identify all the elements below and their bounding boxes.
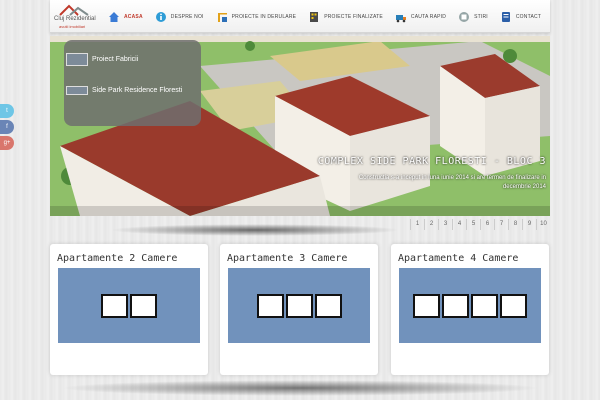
nav-item-contact[interactable]: CONTACT xyxy=(494,0,547,33)
slider-project-menu: Proiect Fabricii Side Park Residence Flo… xyxy=(64,40,201,126)
nav-label: CAUTA RAPID xyxy=(410,13,447,20)
pager-item[interactable]: 1 xyxy=(410,219,424,230)
nav-item-proiecte-in-derulare[interactable]: PROIECTE IN DERULARE xyxy=(210,0,303,33)
logo[interactable]: Cluj Rezidential avutii imobiliari xyxy=(52,1,96,31)
news-icon xyxy=(459,11,470,22)
facebook-icon[interactable]: f xyxy=(0,120,14,134)
project-thumbnail xyxy=(66,53,88,66)
room-box xyxy=(442,293,469,318)
logo-text: Cluj Rezidential xyxy=(54,16,96,22)
info-icon xyxy=(155,11,166,22)
logo-subtext: avutii imobiliari xyxy=(59,24,86,29)
main-nav: ACASA DESPRE NOI PROIECTE IN DERULARE PR… xyxy=(102,0,547,33)
room-box xyxy=(314,293,342,318)
pager-item[interactable]: 5 xyxy=(466,219,480,230)
room-box xyxy=(413,293,440,318)
card-apartamente-2-camere[interactable]: Apartamente 2 Camere xyxy=(50,244,208,375)
google-plus-icon[interactable]: g+ xyxy=(0,136,14,150)
nav-label: PROIECTE FINALIZATE xyxy=(324,13,383,20)
crane-icon xyxy=(217,12,227,22)
slide-caption-title: COMPLEX SIDE PARK FLORESTI - BLOC 3 xyxy=(317,156,546,167)
pager-item[interactable]: 2 xyxy=(424,219,438,230)
hero-slider[interactable]: Proiect Fabricii Side Park Residence Flo… xyxy=(50,36,550,216)
slider-menu-label: Side Park Residence Floresti xyxy=(92,87,183,94)
twitter-icon[interactable]: t xyxy=(0,104,14,118)
room-box xyxy=(130,293,157,318)
card-apartamente-4-camere[interactable]: Apartamente 4 Camere xyxy=(391,244,549,375)
room-box xyxy=(285,293,313,318)
project-thumbnail xyxy=(66,86,88,95)
pager-item[interactable]: 8 xyxy=(508,219,522,230)
nav-item-stiri[interactable]: STIRI xyxy=(452,0,494,33)
nav-item-acasa[interactable]: ACASA xyxy=(102,0,149,33)
nav-label: ACASA xyxy=(124,13,143,20)
pager-item[interactable]: 4 xyxy=(452,219,466,230)
home-icon xyxy=(109,11,119,22)
building-icon xyxy=(310,11,319,22)
slider-shadow xyxy=(110,224,400,236)
pager-item[interactable]: 9 xyxy=(522,219,536,230)
social-buttons: t f g+ xyxy=(0,104,16,152)
card-image[interactable] xyxy=(228,268,370,343)
pager-item[interactable]: 3 xyxy=(438,219,452,230)
card-title: Apartamente 3 Camere xyxy=(227,253,348,264)
card-title: Apartamente 4 Camere xyxy=(398,253,519,264)
nav-label: STIRI xyxy=(474,13,488,20)
slider-menu-item[interactable]: Side Park Residence Floresti xyxy=(66,86,182,95)
room-box xyxy=(500,293,527,318)
room-box xyxy=(101,293,128,318)
room-box xyxy=(256,293,284,318)
pager-item[interactable]: 6 xyxy=(480,219,494,230)
nav-label: DESPRE NOI xyxy=(170,13,204,20)
slider-pager: 1 2 3 4 5 6 7 8 9 10 xyxy=(410,219,550,230)
nav-item-cauta-rapid[interactable]: CAUTA RAPID xyxy=(389,0,452,33)
card-apartamente-3-camere[interactable]: Apartamente 3 Camere xyxy=(220,244,378,375)
slider-menu-label: Proiect Fabricii xyxy=(92,56,139,63)
bottom-shadow xyxy=(60,380,540,396)
nav-label: CONTACT xyxy=(515,13,542,20)
card-image[interactable] xyxy=(399,268,541,343)
nav-item-proiecte-finalizate[interactable]: PROIECTE FINALIZATE xyxy=(302,0,389,33)
slider-menu-item[interactable]: Proiect Fabricii xyxy=(66,53,138,66)
card-title: Apartamente 2 Camere xyxy=(57,253,178,264)
nav-item-despre-noi[interactable]: DESPRE NOI xyxy=(149,0,210,33)
pager-item[interactable]: 10 xyxy=(536,219,550,230)
room-box xyxy=(471,293,498,318)
header: Cluj Rezidential avutii imobiliari ACASA… xyxy=(50,0,550,33)
card-image[interactable] xyxy=(58,268,200,343)
pager-item[interactable]: 7 xyxy=(494,219,508,230)
contact-icon xyxy=(501,11,510,22)
house-roof-icon xyxy=(59,4,89,16)
slide-caption-text: Constructia s-a inceput in luna iunie 20… xyxy=(358,175,546,190)
nav-label: PROIECTE IN DERULARE xyxy=(231,13,297,20)
search-truck-icon xyxy=(395,14,406,22)
